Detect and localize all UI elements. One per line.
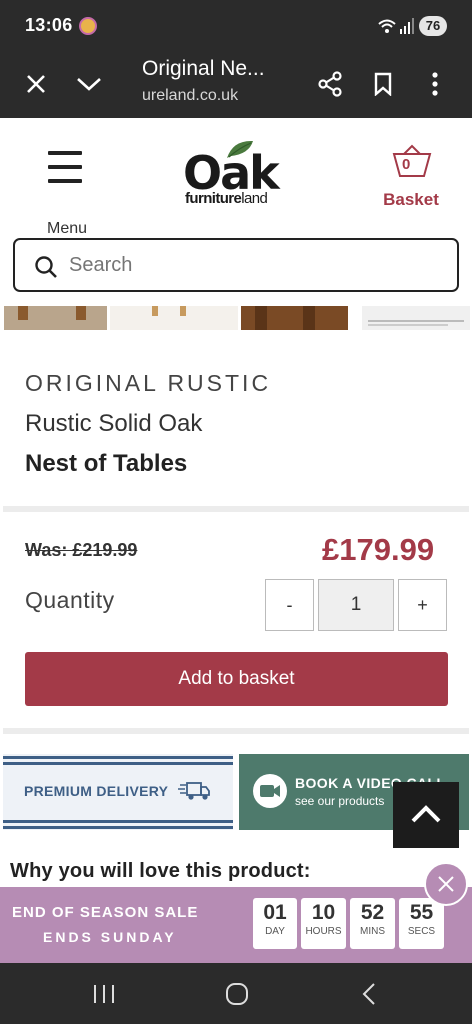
basket-label: Basket <box>383 190 439 209</box>
page-url[interactable]: ureland.co.uk <box>142 87 238 105</box>
chevron-down-icon[interactable] <box>71 66 107 102</box>
basket-icon <box>392 144 432 177</box>
divider <box>3 728 469 734</box>
scroll-to-top-button[interactable] <box>393 782 459 848</box>
close-tab-icon[interactable] <box>18 66 54 102</box>
countdown-hours: 10 HOURS <box>301 898 346 949</box>
product-info: ORIGINAL RUSTIC Rustic Solid Oak Nest of… <box>0 336 472 508</box>
logo-sub-light: land <box>241 190 268 207</box>
video-call-subtitle: see our products <box>295 794 385 808</box>
quantity-increase-button[interactable]: + <box>398 579 447 631</box>
product-name-line1: Rustic Solid Oak <box>25 410 203 437</box>
add-to-basket-button[interactable]: Add to basket <box>25 652 448 706</box>
product-thumbnail[interactable] <box>241 306 348 330</box>
product-image-strip[interactable] <box>0 306 472 330</box>
search-icon <box>35 256 57 278</box>
quantity-decrease-button[interactable]: - <box>265 579 314 631</box>
search-input[interactable] <box>69 254 439 277</box>
truck-icon <box>178 782 210 800</box>
sale-subtitle: ENDS SUNDAY <box>43 929 177 945</box>
close-icon <box>438 876 454 892</box>
countdown-value: 01 <box>263 901 287 924</box>
home-icon[interactable] <box>225 982 249 1006</box>
countdown-unit: SECS <box>407 926 436 937</box>
section-heading: Why you will love this product: <box>10 860 311 882</box>
countdown-value: 10 <box>311 901 336 924</box>
product-thumbnail[interactable] <box>4 306 107 330</box>
video-camera-icon <box>253 774 287 808</box>
signal-icon <box>400 18 414 34</box>
countdown-value: 55 <box>409 901 434 924</box>
countdown-unit: DAY <box>265 926 285 937</box>
notification-avatar-icon <box>79 17 97 35</box>
delivery-label: PREMIUM DELIVERY <box>24 783 169 799</box>
was-price: Was: £219.99 <box>25 540 138 560</box>
basket-button[interactable]: 0 Basket <box>374 144 448 210</box>
menu-label: Menu <box>46 220 88 237</box>
recent-apps-icon[interactable] <box>92 983 116 1005</box>
more-options-icon[interactable] <box>417 66 453 102</box>
page-title[interactable]: Original Ne... <box>142 57 265 81</box>
countdown-value: 52 <box>360 901 385 924</box>
bookmark-icon[interactable] <box>365 66 401 102</box>
site-logo[interactable]: Oak furnitureland <box>183 138 293 208</box>
product-name-line2: Nest of Tables <box>25 450 188 477</box>
status-bar: 13:06 76 <box>0 0 472 52</box>
product-thumbnail[interactable] <box>362 306 470 330</box>
menu-button[interactable]: Menu <box>40 148 94 237</box>
countdown-days: 01 DAY <box>253 898 297 949</box>
divider <box>3 506 469 512</box>
status-time: 13:06 <box>25 15 73 35</box>
share-icon[interactable] <box>312 66 348 102</box>
chevron-up-icon <box>411 805 441 823</box>
wifi-icon <box>378 19 396 33</box>
back-icon[interactable] <box>360 982 378 1006</box>
countdown-unit: HOURS <box>305 926 342 937</box>
current-price: £179.99 <box>322 532 435 567</box>
quantity-field[interactable]: 1 <box>318 579 394 631</box>
sale-title: END OF SEASON SALE <box>12 904 199 921</box>
logo-sub-bold: furniture <box>185 190 242 207</box>
countdown-seconds: 55 SECS <box>399 898 444 949</box>
countdown-minutes: 52 MINS <box>350 898 395 949</box>
product-brand: ORIGINAL RUSTIC <box>25 370 272 396</box>
logo-subtitle: furnitureland <box>185 190 268 207</box>
site-header: Menu Oak furnitureland 0 Basket <box>0 118 472 306</box>
basket-count: 0 <box>402 156 411 173</box>
sale-close-button[interactable] <box>424 862 468 906</box>
premium-delivery-banner[interactable]: PREMIUM DELIVERY <box>3 754 233 830</box>
countdown-unit: MINS <box>360 926 385 937</box>
battery-indicator: 76 <box>419 16 447 36</box>
browser-toolbar: Original Ne... ureland.co.uk <box>0 52 472 118</box>
sale-banner[interactable]: END OF SEASON SALE ENDS SUNDAY 01 DAY 10… <box>0 887 472 963</box>
system-navigation-bar <box>0 963 472 1024</box>
search-bar[interactable] <box>13 238 459 292</box>
menu-icon <box>48 151 82 155</box>
quantity-label: Quantity <box>25 587 115 613</box>
product-thumbnail[interactable] <box>110 306 238 330</box>
